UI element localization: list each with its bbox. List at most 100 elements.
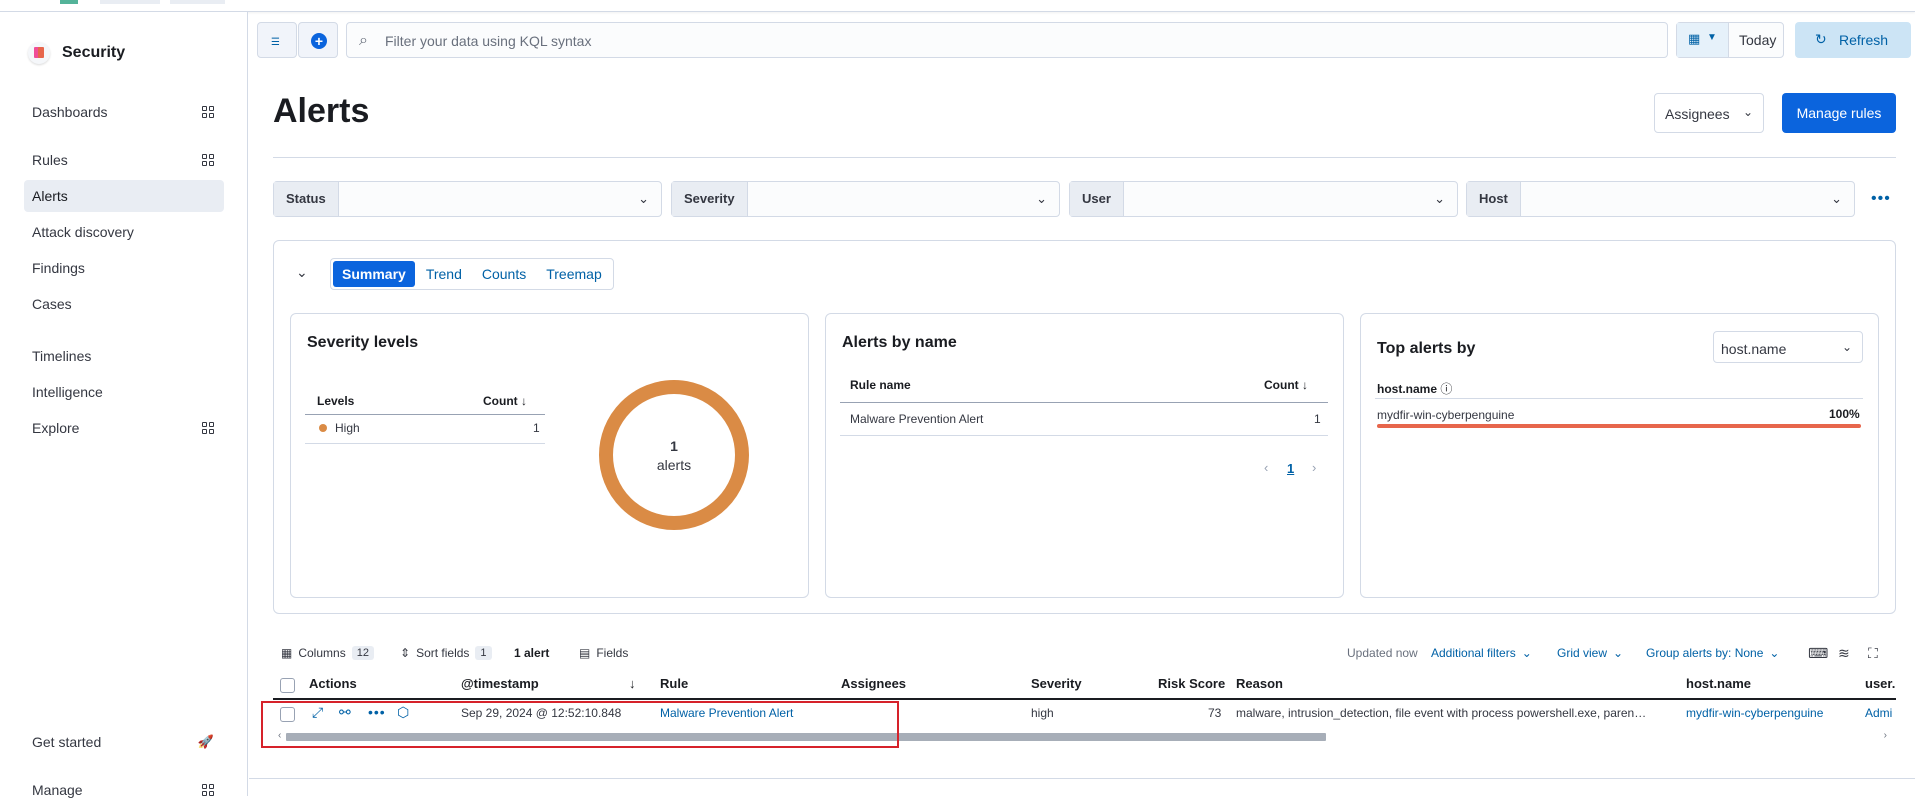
- column-label: host.name: [1377, 382, 1438, 396]
- chevron-left-icon[interactable]: ‹: [1264, 460, 1268, 475]
- cell-host-link[interactable]: mydfir-win-cyberpenguine: [1686, 706, 1823, 720]
- status-filter[interactable]: Status ⌄: [273, 181, 662, 217]
- apps-grid-icon: [202, 154, 214, 166]
- sort-down-icon[interactable]: ↓: [629, 676, 636, 691]
- date-range-label[interactable]: Today: [1739, 32, 1776, 48]
- severity-filter[interactable]: Severity ⌄: [671, 181, 1060, 217]
- chevron-down-icon: ⌄: [1036, 191, 1047, 206]
- add-filter-button[interactable]: +: [298, 22, 338, 58]
- group-alerts-button[interactable]: Group alerts by: None ⌄: [1646, 646, 1779, 660]
- card-title: Top alerts by: [1377, 340, 1476, 357]
- filter-label: Host: [1467, 182, 1521, 216]
- donut-total: 1: [670, 438, 678, 454]
- additional-filters-label: Additional filters: [1431, 646, 1516, 660]
- sidebar-item-rules[interactable]: Rules: [24, 144, 224, 176]
- column-header-risk-score[interactable]: Risk Score: [1158, 676, 1225, 691]
- filter-menu-button[interactable]: ☰: [257, 22, 297, 58]
- sort-count-badge: 1: [475, 646, 492, 660]
- sidebar-item-manage[interactable]: Manage: [24, 774, 224, 806]
- tab-summary[interactable]: Summary: [333, 261, 415, 287]
- security-logo-icon: [28, 42, 50, 64]
- sidebar-item-label: Attack discovery: [32, 224, 134, 240]
- sidebar-item-cases[interactable]: Cases: [24, 288, 224, 320]
- severity-level[interactable]: High: [335, 421, 360, 435]
- column-header-count[interactable]: Count ↓: [1264, 378, 1308, 392]
- column-header-rule[interactable]: Rule: [660, 676, 688, 691]
- table-icon: ▦: [281, 646, 293, 660]
- more-options-icon[interactable]: •••: [1871, 190, 1891, 208]
- alerts-by-name-card: Alerts by name Rule name Count ↓ Malware…: [825, 313, 1344, 598]
- column-header-count[interactable]: Count ↓: [483, 394, 527, 408]
- column-header-assignees[interactable]: Assignees: [841, 676, 906, 691]
- quick-select-button[interactable]: ▦ ▼: [1677, 23, 1729, 57]
- chevron-right-icon[interactable]: ›: [1312, 460, 1316, 475]
- manage-rules-button[interactable]: Manage rules: [1782, 93, 1896, 133]
- column-header-severity[interactable]: Severity: [1031, 676, 1082, 691]
- header-divider: [273, 157, 1896, 158]
- chevron-down-icon: ⌄: [1434, 191, 1445, 206]
- sort-down-icon: ↓: [1302, 378, 1308, 392]
- column-header-user[interactable]: user.: [1865, 676, 1895, 691]
- column-header-rule-name[interactable]: Rule name: [850, 378, 911, 392]
- sidebar-item-get-started[interactable]: Get started 🚀: [24, 726, 224, 758]
- severity-donut-chart[interactable]: 1 alerts: [599, 380, 749, 530]
- additional-filters-button[interactable]: Additional filters ⌄: [1431, 646, 1532, 660]
- column-header-levels[interactable]: Levels: [317, 394, 354, 408]
- sidebar-item-label: Timelines: [32, 348, 92, 364]
- select-all-checkbox[interactable]: [280, 678, 295, 693]
- top-header-strip: [0, 0, 1915, 12]
- cell-user-link[interactable]: Admi: [1865, 706, 1892, 720]
- pagination-page[interactable]: 1: [1287, 461, 1294, 476]
- column-label: Count: [483, 394, 518, 408]
- host-filter[interactable]: Host ⌄: [1466, 181, 1855, 217]
- collapse-chevron-icon[interactable]: ⌄: [296, 264, 308, 281]
- top-alerts-field-select[interactable]: host.name ⌄: [1713, 331, 1863, 363]
- column-header-reason[interactable]: Reason: [1236, 676, 1283, 691]
- sort-fields-button[interactable]: ⇕ Sort fields 1: [400, 646, 492, 660]
- tab-counts[interactable]: Counts: [473, 261, 535, 287]
- kql-search-input[interactable]: [385, 31, 1585, 51]
- group-alerts-label: Group alerts by: None: [1646, 646, 1764, 660]
- sidebar-item-label: Alerts: [32, 188, 68, 204]
- sidebar-item-findings[interactable]: Findings: [24, 252, 224, 284]
- info-icon[interactable]: ⓘ: [1440, 382, 1452, 396]
- summary-tabs: Summary Trend Counts Treemap: [330, 258, 614, 290]
- column-header-host-name[interactable]: host.name: [1686, 676, 1751, 691]
- app-brand[interactable]: Security: [28, 42, 125, 64]
- sidebar-item-attack-discovery[interactable]: Attack discovery: [24, 216, 224, 248]
- fullscreen-icon[interactable]: ⛶: [1868, 645, 1878, 662]
- chevron-down-icon: ⌄: [1613, 646, 1624, 660]
- sidebar-item-timelines[interactable]: Timelines: [24, 340, 224, 372]
- column-header-timestamp[interactable]: @timestamp: [461, 676, 539, 691]
- sidebar-item-label: Rules: [32, 152, 68, 168]
- rule-count-cell: 1: [1314, 412, 1321, 426]
- keyboard-icon[interactable]: ⌨: [1808, 645, 1828, 662]
- grid-view-button[interactable]: Grid view ⌄: [1557, 646, 1623, 660]
- tab-treemap[interactable]: Treemap: [537, 261, 611, 287]
- user-filter[interactable]: User ⌄: [1069, 181, 1458, 217]
- display-settings-icon[interactable]: ≋: [1838, 645, 1850, 662]
- sidebar-item-label: Cases: [32, 296, 72, 312]
- columns-button[interactable]: ▦ Columns 12: [281, 646, 374, 660]
- tab-trend[interactable]: Trend: [417, 261, 471, 287]
- refresh-button[interactable]: ↻ Refresh: [1795, 22, 1911, 58]
- assignees-filter-button[interactable]: Assignees ⌄: [1654, 93, 1764, 133]
- fields-list-icon: ▤: [579, 646, 591, 660]
- sidebar-item-label: Get started: [32, 734, 102, 750]
- scroll-right-icon[interactable]: ›: [1884, 730, 1887, 741]
- sidebar-item-intelligence[interactable]: Intelligence: [24, 376, 224, 408]
- apps-grid-icon: [202, 784, 214, 796]
- page-title: Alerts: [273, 92, 370, 130]
- top-host-name[interactable]: mydfir-win-cyberpenguine: [1377, 408, 1514, 422]
- sidebar-item-alerts[interactable]: Alerts: [24, 180, 224, 212]
- columns-label: Columns: [298, 646, 346, 660]
- date-picker[interactable]: ▦ ▼ Today: [1676, 22, 1784, 58]
- sidebar-item-explore[interactable]: Explore: [24, 412, 224, 444]
- rocket-icon: 🚀: [197, 734, 214, 749]
- refresh-label: Refresh: [1839, 32, 1889, 48]
- cell-risk-score: 73: [1208, 706, 1222, 720]
- top-host-percent: 100%: [1829, 407, 1860, 421]
- fields-button[interactable]: ▤ Fields: [579, 646, 628, 660]
- sidebar-item-dashboards[interactable]: Dashboards: [24, 96, 224, 128]
- search-icon: ⌕: [359, 32, 368, 49]
